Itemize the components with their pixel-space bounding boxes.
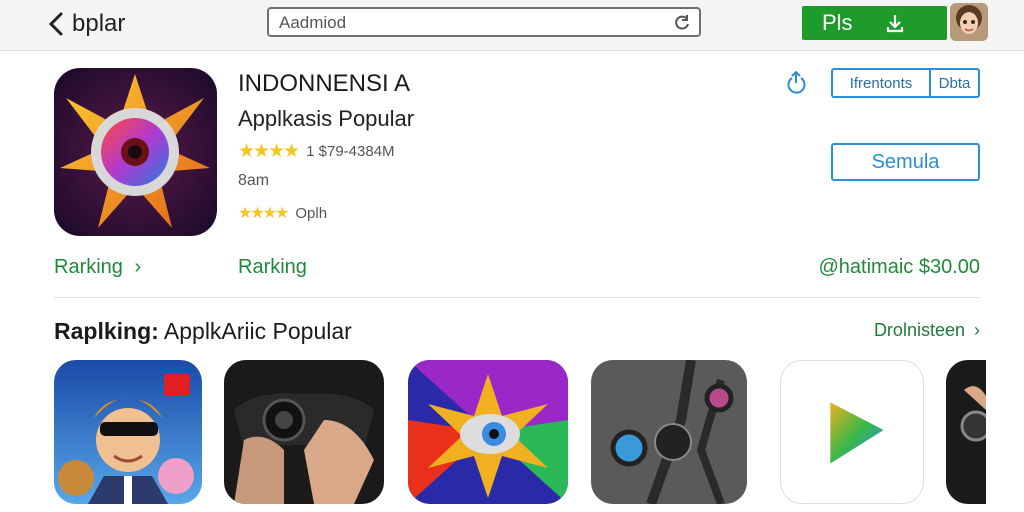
app-icon: [54, 68, 217, 236]
rating-stars: ★★★★: [238, 141, 300, 162]
rating-text: 1 $79-4384M: [306, 143, 395, 160]
download-icon: [886, 15, 904, 33]
app-thumbnail-partial[interactable]: [946, 360, 986, 504]
app-subtitle: Applkasis Popular: [238, 106, 415, 131]
avatar-image: [950, 3, 988, 41]
section-title-rest: ApplkAriic Popular: [158, 318, 352, 344]
app-thumbnail-star[interactable]: [408, 360, 568, 504]
app-thumbnail-gamepad[interactable]: [224, 360, 384, 504]
install-label: Pls: [822, 10, 853, 35]
search-input[interactable]: Aadmiod: [267, 7, 701, 37]
section-title-bold: Raplking:: [54, 318, 159, 344]
app-thumbnail-avatar[interactable]: [54, 360, 202, 504]
open-button[interactable]: Semula: [831, 143, 980, 181]
top-bar: bplar Aadmiod Pls: [0, 0, 1024, 51]
segment-left[interactable]: Ifrentonts: [833, 70, 931, 96]
chevron-right-icon: ›: [134, 256, 142, 278]
install-button[interactable]: Pls: [802, 6, 947, 40]
rating-row-secondary: ★★★★ Oplh: [238, 203, 327, 223]
avatar[interactable]: [950, 3, 988, 41]
chevron-right-icon: ›: [974, 320, 980, 340]
app-thumbnail-play[interactable]: [780, 360, 924, 504]
rating-stars-secondary: ★★★★: [238, 205, 289, 222]
segment-right[interactable]: Dbta: [931, 70, 978, 96]
ranking-label[interactable]: Rarking: [238, 256, 307, 279]
app-title: INDONNENSI A: [238, 70, 411, 97]
divider: [54, 297, 980, 298]
rating-row: ★★★★ 1 $79-4384M: [238, 140, 395, 163]
share-icon[interactable]: [784, 70, 808, 94]
see-all-link[interactable]: Drolnisteen ›: [874, 320, 980, 341]
ranking-link-label: Rarking: [54, 256, 123, 278]
search-text: Aadmiod: [279, 13, 347, 32]
segmented-control: Ifrentonts Dbta: [831, 68, 980, 98]
section-title: Raplking: ApplkAriic Popular: [54, 318, 352, 345]
refresh-icon[interactable]: [673, 14, 691, 32]
ranking-link[interactable]: Rarking ›: [54, 256, 141, 279]
back-label: bplar: [72, 10, 126, 37]
app-thumbnail-camera[interactable]: [591, 360, 747, 504]
chevron-left-icon: [48, 12, 63, 36]
price-label: @hatimaic $30.00: [818, 256, 980, 278]
age-rating: 8am: [238, 172, 270, 189]
back-button[interactable]: bplar: [46, 6, 125, 42]
see-all-label: Drolnisteen: [873, 320, 965, 340]
rating-text-secondary: Oplh: [295, 204, 328, 222]
